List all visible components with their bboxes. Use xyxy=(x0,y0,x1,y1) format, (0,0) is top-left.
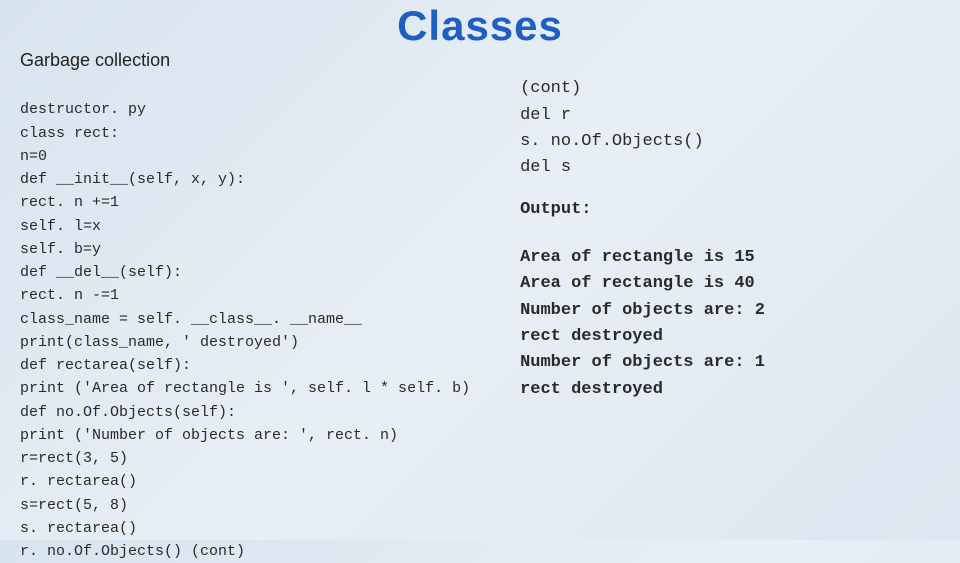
output-label: Output: xyxy=(520,200,765,219)
section-heading-garbage-collection: Garbage collection xyxy=(20,50,470,71)
code-block-destructor: destructor. py class rect: n=0 def __ini… xyxy=(20,75,470,563)
code-line: r. rectarea() xyxy=(20,473,137,490)
output-line: Number of objects are: 2 xyxy=(520,301,765,320)
slide-content: Garbage collection destructor. py class … xyxy=(0,50,960,563)
code-line: def rectarea(self): xyxy=(20,357,191,374)
output-line: rect destroyed xyxy=(520,380,663,399)
slide-title: Classes xyxy=(0,0,960,50)
code-line: rect. n +=1 xyxy=(20,194,119,211)
code-line: n=0 xyxy=(20,148,47,165)
code-line: s=rect(5, 8) xyxy=(20,497,128,514)
code-line: del s xyxy=(520,158,571,177)
code-line: self. l=x xyxy=(20,218,101,235)
code-line: r. no.Of.Objects() (cont) xyxy=(20,543,245,560)
code-line: print ('Number of objects are: ', rect. … xyxy=(20,427,398,444)
code-line: print(class_name, ' destroyed') xyxy=(20,334,299,351)
right-column: (cont) del r s. no.Of.Objects() del s Ou… xyxy=(510,50,765,563)
code-line: class_name = self. __class__. __name__ xyxy=(20,311,362,328)
code-line: r=rect(3, 5) xyxy=(20,450,128,467)
code-line: self. b=y xyxy=(20,241,101,258)
output-block: Area of rectangle is 15 Area of rectangl… xyxy=(520,219,765,403)
left-column: Garbage collection destructor. py class … xyxy=(20,50,470,563)
code-line: print ('Area of rectangle is ', self. l … xyxy=(20,380,470,397)
code-line: destructor. py xyxy=(20,101,146,118)
output-line: Area of rectangle is 15 xyxy=(520,248,755,267)
code-line: def __init__(self, x, y): xyxy=(20,171,245,188)
code-line: def no.Of.Objects(self): xyxy=(20,404,236,421)
output-line: Number of objects are: 1 xyxy=(520,353,765,372)
code-line: (cont) xyxy=(520,79,581,98)
code-line: def __del__(self): xyxy=(20,264,182,281)
output-line: Area of rectangle is 40 xyxy=(520,274,755,293)
code-line: s. rectarea() xyxy=(20,520,137,537)
output-line: rect destroyed xyxy=(520,327,663,346)
code-line: s. no.Of.Objects() xyxy=(520,132,704,151)
code-line: class rect: xyxy=(20,125,119,142)
code-block-continuation: (cont) del r s. no.Of.Objects() del s xyxy=(520,50,765,182)
code-line: rect. n -=1 xyxy=(20,287,119,304)
code-line: del r xyxy=(520,106,571,125)
